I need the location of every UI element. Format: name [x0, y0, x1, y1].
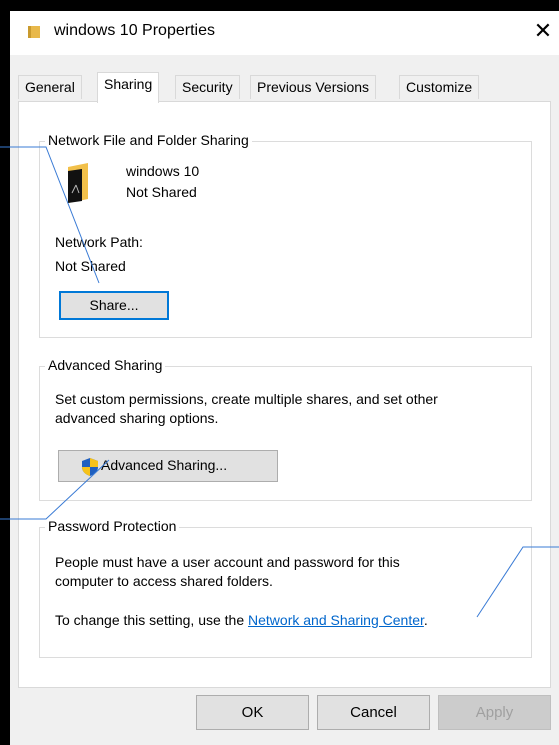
cancel-button[interactable]: Cancel — [317, 695, 430, 730]
advanced-sharing-desc-2: advanced sharing options. — [55, 410, 219, 426]
change-setting-suffix: . — [423, 612, 428, 628]
advanced-sharing-title: Advanced Sharing — [45, 357, 166, 373]
password-desc-2: computer to access shared folders. — [55, 573, 273, 589]
network-sharing-group: Network File and Folder Sharing windows … — [39, 132, 532, 338]
sharing-panel: Network File and Folder Sharing windows … — [18, 101, 551, 688]
advanced-sharing-group: Advanced Sharing Set custom permissions,… — [39, 357, 532, 501]
close-button[interactable]: ✕ — [531, 19, 555, 43]
shared-folder-icon — [68, 163, 88, 203]
tab-previous-versions[interactable]: Previous Versions — [250, 75, 377, 99]
properties-dialog: windows 10 Properties ✕ General Sharing … — [10, 11, 559, 745]
change-setting-text: To change this setting, use the Network … — [55, 612, 428, 628]
apply-button[interactable]: Apply — [438, 695, 551, 730]
window-title: windows 10 Properties — [54, 22, 215, 39]
tab-security[interactable]: Security — [175, 75, 240, 99]
password-protection-group: Password Protection People must have a u… — [39, 518, 532, 658]
password-protection-title: Password Protection — [45, 518, 180, 534]
uac-shield-icon — [82, 458, 98, 476]
ok-button[interactable]: OK — [196, 695, 309, 730]
tab-sharing[interactable]: Sharing — [97, 72, 160, 103]
share-button[interactable]: Share... — [59, 291, 169, 320]
network-path-label: Network Path: — [55, 234, 143, 250]
password-desc-1: People must have a user account and pass… — [55, 554, 400, 570]
network-path-value: Not Shared — [55, 258, 126, 274]
tab-general[interactable]: General — [18, 75, 82, 99]
advanced-sharing-button-label: Advanced Sharing... — [101, 457, 228, 473]
title-bar: windows 10 Properties ✕ — [10, 11, 559, 55]
folder-icon — [28, 26, 40, 38]
network-sharing-title: Network File and Folder Sharing — [45, 132, 252, 148]
folder-share-status: Not Shared — [126, 184, 197, 200]
network-sharing-center-link[interactable]: Network and Sharing Center — [248, 612, 424, 628]
folder-name: windows 10 — [126, 163, 200, 179]
change-setting-prefix: To change this setting, use the — [55, 612, 249, 628]
advanced-sharing-button[interactable]: Advanced Sharing... — [58, 450, 278, 482]
tab-customize[interactable]: Customize — [399, 75, 480, 99]
advanced-sharing-desc-1: Set custom permissions, create multiple … — [55, 391, 438, 407]
